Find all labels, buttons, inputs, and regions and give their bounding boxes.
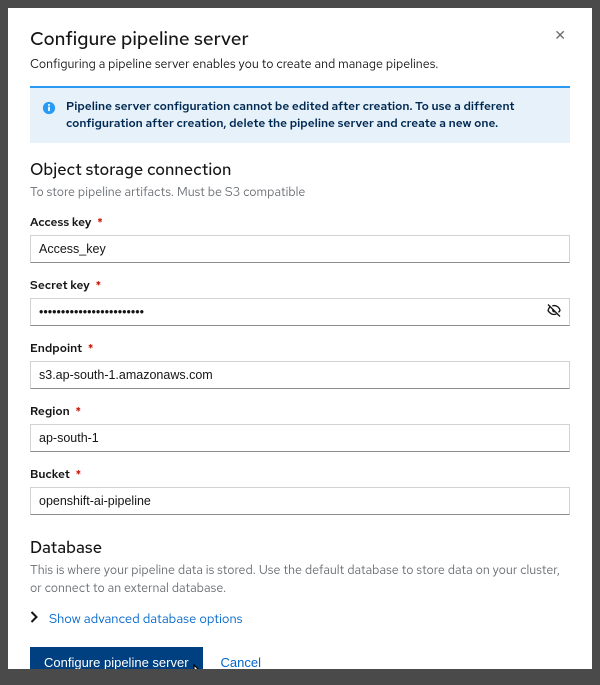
- expand-row[interactable]: Show advanced database options: [30, 610, 570, 627]
- access-key-label: Access key *: [30, 214, 570, 230]
- close-icon: ✕: [554, 27, 566, 43]
- modal-footer: Configure pipeline server Cancel: [30, 647, 570, 669]
- database-section-subtitle: This is where your pipeline data is stor…: [30, 561, 570, 596]
- configure-button[interactable]: Configure pipeline server: [30, 647, 203, 669]
- region-input[interactable]: [30, 424, 570, 452]
- alert-message: Pipeline server configuration cannot be …: [66, 98, 558, 133]
- storage-section-subtitle: To store pipeline artifacts. Must be S3 …: [30, 183, 570, 201]
- bucket-field-group: Bucket *: [30, 466, 570, 515]
- close-button[interactable]: ✕: [550, 26, 570, 44]
- access-key-input[interactable]: [30, 235, 570, 263]
- storage-section-title: Object storage connection: [30, 159, 570, 181]
- endpoint-field-group: Endpoint *: [30, 340, 570, 389]
- modal-title: Configure pipeline server: [30, 26, 438, 51]
- info-icon: [42, 99, 56, 133]
- modal-header: Configure pipeline server Configuring a …: [30, 26, 570, 86]
- required-mark: *: [97, 214, 103, 230]
- database-section-title: Database: [30, 537, 570, 559]
- access-key-field-group: Access key *: [30, 214, 570, 263]
- required-mark: *: [88, 340, 94, 356]
- modal-subtitle: Configuring a pipeline server enables yo…: [30, 55, 438, 72]
- cursor-icon: [189, 663, 209, 669]
- chevron-right-icon: [30, 611, 39, 627]
- configure-pipeline-modal: Configure pipeline server Configuring a …: [8, 8, 592, 669]
- database-section: Database This is where your pipeline dat…: [30, 537, 570, 627]
- secret-key-input[interactable]: [30, 298, 570, 326]
- bucket-input[interactable]: [30, 487, 570, 515]
- secret-key-label: Secret key *: [30, 277, 570, 293]
- info-alert: Pipeline server configuration cannot be …: [30, 86, 570, 143]
- eye-slash-icon: [546, 307, 562, 322]
- required-mark: *: [76, 466, 82, 482]
- bucket-label: Bucket *: [30, 466, 570, 482]
- cancel-button[interactable]: Cancel: [221, 655, 261, 669]
- secret-key-field-group: Secret key *: [30, 277, 570, 326]
- endpoint-input[interactable]: [30, 361, 570, 389]
- endpoint-label: Endpoint *: [30, 340, 570, 356]
- required-mark: *: [75, 403, 81, 419]
- required-mark: *: [95, 277, 101, 293]
- toggle-visibility-button[interactable]: [544, 301, 564, 324]
- region-field-group: Region *: [30, 403, 570, 452]
- show-advanced-link[interactable]: Show advanced database options: [49, 610, 243, 627]
- region-label: Region *: [30, 403, 570, 419]
